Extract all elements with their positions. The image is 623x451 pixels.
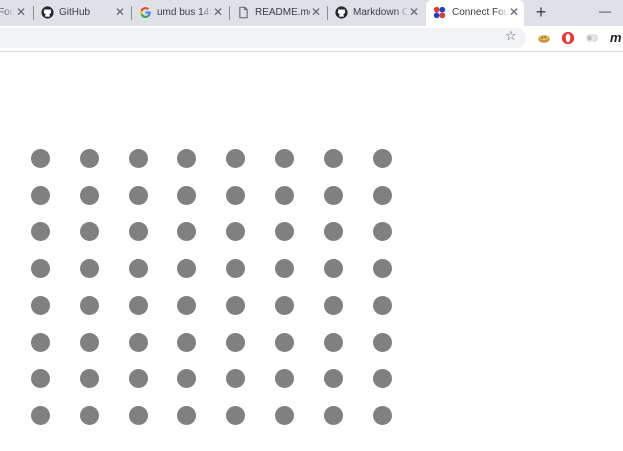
close-icon[interactable]: ✕	[409, 5, 419, 19]
board-cell[interactable]	[323, 222, 343, 242]
connect-four-icon	[433, 6, 446, 19]
board-cell[interactable]	[372, 222, 392, 242]
tab-connect-four-partial[interactable]: Connect Fou ✕	[0, 0, 30, 26]
board-cell[interactable]	[177, 149, 197, 168]
board-cell[interactable]	[323, 259, 343, 279]
board-cell[interactable]	[226, 185, 246, 205]
board-cell[interactable]	[128, 149, 148, 168]
board-cell[interactable]	[323, 295, 343, 315]
board-cell[interactable]	[177, 369, 197, 389]
board-cell[interactable]	[323, 185, 343, 205]
board-cell[interactable]	[79, 369, 99, 389]
board-cell[interactable]	[226, 369, 246, 389]
board-cell[interactable]	[177, 259, 197, 279]
board-cell[interactable]	[177, 295, 197, 315]
github-icon	[335, 6, 348, 19]
board-cell[interactable]	[372, 295, 392, 315]
board-cell[interactable]	[323, 332, 343, 352]
board-cell[interactable]	[323, 369, 343, 389]
board-cell[interactable]	[372, 185, 392, 205]
board-cell[interactable]	[226, 332, 246, 352]
board-cell[interactable]	[31, 332, 50, 352]
board-cell[interactable]	[79, 185, 99, 205]
board-cell[interactable]	[372, 259, 392, 279]
minimize-button[interactable]: —	[598, 4, 612, 18]
tab-title: Connect Fou	[0, 7, 14, 18]
board-cell[interactable]	[79, 222, 99, 242]
board-cell[interactable]	[79, 149, 99, 168]
board-cell[interactable]	[79, 332, 99, 352]
address-bar[interactable]	[0, 28, 526, 48]
board-cell[interactable]	[275, 295, 294, 315]
board-cell[interactable]	[323, 405, 343, 425]
board-cell[interactable]	[128, 185, 148, 205]
board-cell[interactable]	[177, 222, 197, 242]
star-icon[interactable]: ☆	[505, 28, 517, 44]
board-cell[interactable]	[79, 295, 99, 315]
tab-title: Markdown C	[353, 7, 408, 18]
board-cell[interactable]	[128, 222, 148, 242]
toggle-extension-icon[interactable]	[585, 31, 599, 45]
board-cell[interactable]	[275, 185, 294, 205]
board-cell[interactable]	[226, 222, 246, 242]
board-cell[interactable]	[79, 259, 99, 279]
tab-markdown[interactable]: Markdown C ✕	[328, 0, 424, 26]
tab-title: README.md	[255, 7, 310, 18]
close-icon[interactable]: ✕	[509, 5, 519, 19]
board-cell[interactable]	[226, 295, 246, 315]
browser-toolbar: ☆ m	[0, 26, 623, 52]
google-icon	[140, 7, 151, 18]
board-cell[interactable]	[372, 369, 392, 389]
close-icon[interactable]: ✕	[16, 5, 26, 19]
m-extension-icon[interactable]: m	[610, 30, 622, 46]
board-cell[interactable]	[128, 369, 148, 389]
board-cell[interactable]	[128, 405, 148, 425]
board-cell[interactable]	[79, 405, 99, 425]
board-cell[interactable]	[275, 259, 294, 279]
board-cell[interactable]	[31, 185, 50, 205]
new-tab-button[interactable]: +	[532, 2, 550, 22]
cookie-extension-icon[interactable]	[537, 31, 551, 45]
board-cell[interactable]	[31, 295, 50, 315]
board-cell[interactable]	[31, 405, 50, 425]
board-cell[interactable]	[226, 259, 246, 279]
tab-strip: Connect Fou ✕ GitHub ✕ umd bus 141 ✕ REA…	[0, 0, 623, 26]
board-cell[interactable]	[226, 149, 246, 168]
board-cell[interactable]	[275, 369, 294, 389]
connect-four-board	[0, 52, 623, 451]
board-cell[interactable]	[177, 185, 197, 205]
board-cell[interactable]	[31, 149, 50, 168]
board-cell[interactable]	[275, 149, 294, 168]
tab-readme[interactable]: README.md ✕	[230, 0, 326, 26]
close-icon[interactable]: ✕	[115, 5, 125, 19]
board-cell[interactable]	[372, 149, 392, 168]
tab-title: GitHub	[59, 7, 91, 18]
close-icon[interactable]: ✕	[213, 5, 223, 19]
board-cell[interactable]	[275, 222, 294, 242]
github-icon	[41, 6, 54, 19]
board-cell[interactable]	[323, 149, 343, 168]
tab-title: Connect Fou	[452, 7, 508, 18]
board-cell[interactable]	[372, 405, 392, 425]
board-cell[interactable]	[128, 332, 148, 352]
board-cell[interactable]	[31, 259, 50, 279]
document-icon	[239, 6, 248, 19]
tab-github[interactable]: GitHub ✕	[34, 0, 130, 26]
board-cell[interactable]	[128, 295, 148, 315]
tab-connect-four[interactable]: Connect Fou ✕	[426, 0, 524, 26]
tab-google-search[interactable]: umd bus 141 ✕	[132, 0, 228, 26]
board-cell[interactable]	[275, 332, 294, 352]
board-cell[interactable]	[128, 259, 148, 279]
board-cell[interactable]	[177, 405, 197, 425]
board-cell[interactable]	[372, 332, 392, 352]
board-cell[interactable]	[31, 369, 50, 389]
board-cell[interactable]	[275, 405, 294, 425]
opera-extension-icon[interactable]	[561, 31, 575, 45]
board-cell[interactable]	[226, 405, 246, 425]
tab-title: umd bus 141	[157, 7, 212, 18]
board-cell[interactable]	[31, 222, 50, 242]
close-icon[interactable]: ✕	[311, 5, 321, 19]
board-cell[interactable]	[177, 332, 197, 352]
